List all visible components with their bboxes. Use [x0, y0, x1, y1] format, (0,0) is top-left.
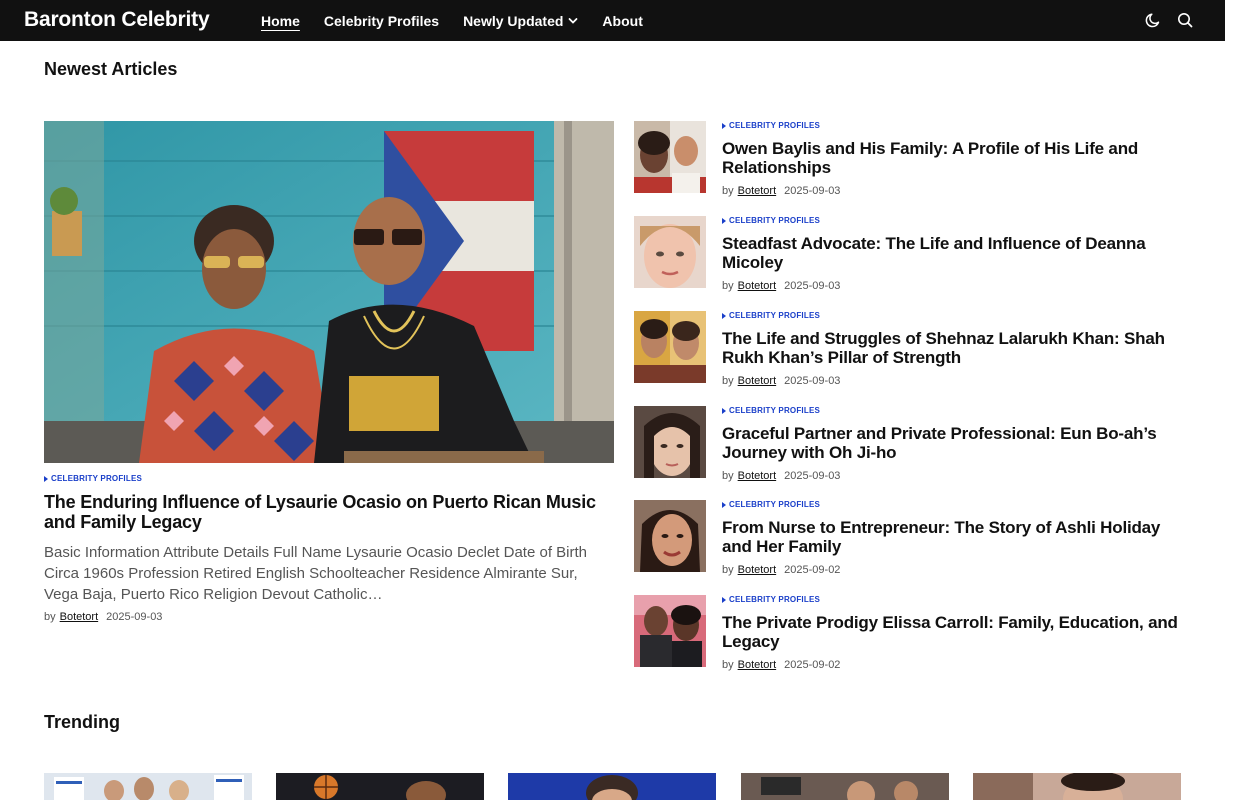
- byline-prefix: by: [722, 659, 734, 671]
- main-nav: Home Celebrity Profiles Newly Updated Ab…: [261, 0, 667, 41]
- category-link[interactable]: CELEBRITY PROFILES: [722, 500, 820, 509]
- thumbnail-photo: [634, 311, 706, 383]
- article-title[interactable]: The Private Prodigy Elissa Carroll: Fami…: [722, 613, 1186, 651]
- article-thumbnail[interactable]: [634, 311, 706, 383]
- article-thumbnail[interactable]: [634, 216, 706, 288]
- list-item: CELEBRITY PROFILES From Nurse to Entrepr…: [634, 500, 1194, 580]
- featured-category-link[interactable]: CELEBRITY PROFILES: [44, 474, 142, 483]
- featured-article-image[interactable]: [44, 121, 614, 463]
- trending-card-image[interactable]: [44, 773, 252, 800]
- article-title[interactable]: Steadfast Advocate: The Life and Influen…: [722, 234, 1186, 272]
- article-thumbnail[interactable]: [634, 500, 706, 572]
- thumbnail-photo: [634, 216, 706, 288]
- byline-prefix: by: [44, 611, 56, 623]
- publish-date: 2025-09-03: [784, 375, 841, 387]
- category-link[interactable]: CELEBRITY PROFILES: [722, 595, 820, 604]
- list-item: CELEBRITY PROFILES The Private Prodigy E…: [634, 595, 1194, 675]
- article-thumbnail[interactable]: [634, 595, 706, 667]
- byline-prefix: by: [722, 564, 734, 576]
- publish-date: 2025-09-02: [784, 564, 841, 576]
- article-title[interactable]: From Nurse to Entrepreneur: The Story of…: [722, 518, 1186, 556]
- article-meta: by Botetort 2025-09-03: [722, 375, 840, 387]
- nav-about[interactable]: About: [602, 13, 642, 29]
- trending-card-image[interactable]: [276, 773, 484, 800]
- publish-date: 2025-09-03: [784, 470, 841, 482]
- article-meta: by Botetort 2025-09-03: [722, 470, 840, 482]
- list-item: CELEBRITY PROFILES Steadfast Advocate: T…: [634, 216, 1194, 296]
- article-title[interactable]: Owen Baylis and His Family: A Profile of…: [722, 139, 1186, 177]
- author-link[interactable]: Botetort: [738, 280, 777, 292]
- article-title[interactable]: The Life and Struggles of Shehnaz Lalaru…: [722, 329, 1186, 367]
- trending-photo: [741, 773, 949, 800]
- trending-photo: [508, 773, 716, 800]
- nav-newly-updated[interactable]: Newly Updated: [463, 13, 578, 29]
- category-link[interactable]: CELEBRITY PROFILES: [722, 216, 820, 225]
- section-title-newest: Newest Articles: [44, 59, 178, 79]
- nav-newly-updated-label: Newly Updated: [463, 12, 564, 29]
- category-link[interactable]: CELEBRITY PROFILES: [722, 311, 820, 320]
- list-item: CELEBRITY PROFILES Graceful Partner and …: [634, 406, 1194, 486]
- chevron-down-icon: [569, 17, 578, 24]
- publish-date: 2025-09-03: [784, 185, 841, 197]
- featured-article-meta: by Botetort 2025-09-03: [44, 611, 162, 623]
- article-meta: by Botetort 2025-09-02: [722, 564, 840, 576]
- author-link[interactable]: Botetort: [738, 375, 777, 387]
- thumbnail-photo: [634, 595, 706, 667]
- article-thumbnail[interactable]: [634, 121, 706, 193]
- article-meta: by Botetort 2025-09-03: [722, 280, 840, 292]
- site-logo[interactable]: Baronton Celebrity: [24, 8, 210, 32]
- byline-prefix: by: [722, 470, 734, 482]
- trending-photo: [973, 773, 1181, 800]
- publish-date: 2025-09-02: [784, 659, 841, 671]
- nav-home[interactable]: Home: [261, 13, 300, 29]
- article-title[interactable]: Graceful Partner and Private Professiona…: [722, 424, 1186, 462]
- author-link[interactable]: Botetort: [738, 659, 777, 671]
- article-thumbnail[interactable]: [634, 406, 706, 478]
- article-meta: by Botetort 2025-09-03: [722, 185, 840, 197]
- author-link[interactable]: Botetort: [60, 611, 99, 623]
- section-title-trending: Trending: [44, 712, 120, 732]
- site-header: Baronton Celebrity Home Celebrity Profil…: [0, 0, 1225, 41]
- author-link[interactable]: Botetort: [738, 470, 777, 482]
- list-item: CELEBRITY PROFILES The Life and Struggle…: [634, 311, 1194, 391]
- featured-article-title[interactable]: The Enduring Influence of Lysaurie Ocasi…: [44, 492, 614, 532]
- trending-photo: [276, 773, 484, 800]
- publish-date: 2025-09-03: [106, 611, 163, 623]
- trending-photo: [44, 773, 252, 800]
- thumbnail-photo: [634, 500, 706, 572]
- author-link[interactable]: Botetort: [738, 185, 777, 197]
- featured-article-excerpt: Basic Information Attribute Details Full…: [44, 544, 588, 603]
- featured-photo: [44, 121, 614, 463]
- author-link[interactable]: Botetort: [738, 564, 777, 576]
- publish-date: 2025-09-03: [784, 280, 841, 292]
- category-link[interactable]: CELEBRITY PROFILES: [722, 121, 820, 130]
- nav-celebrity-profiles[interactable]: Celebrity Profiles: [324, 13, 439, 29]
- category-link[interactable]: CELEBRITY PROFILES: [722, 406, 820, 415]
- list-item: CELEBRITY PROFILES Owen Baylis and His F…: [634, 121, 1194, 201]
- thumbnail-photo: [634, 406, 706, 478]
- search-icon[interactable]: [1176, 11, 1194, 29]
- trending-card-image[interactable]: [741, 773, 949, 800]
- moon-icon[interactable]: [1144, 11, 1162, 29]
- byline-prefix: by: [722, 280, 734, 292]
- article-meta: by Botetort 2025-09-02: [722, 659, 840, 671]
- byline-prefix: by: [722, 185, 734, 197]
- byline-prefix: by: [722, 375, 734, 387]
- trending-card-image[interactable]: [973, 773, 1181, 800]
- trending-card-image[interactable]: [508, 773, 716, 800]
- thumbnail-photo: [634, 121, 706, 193]
